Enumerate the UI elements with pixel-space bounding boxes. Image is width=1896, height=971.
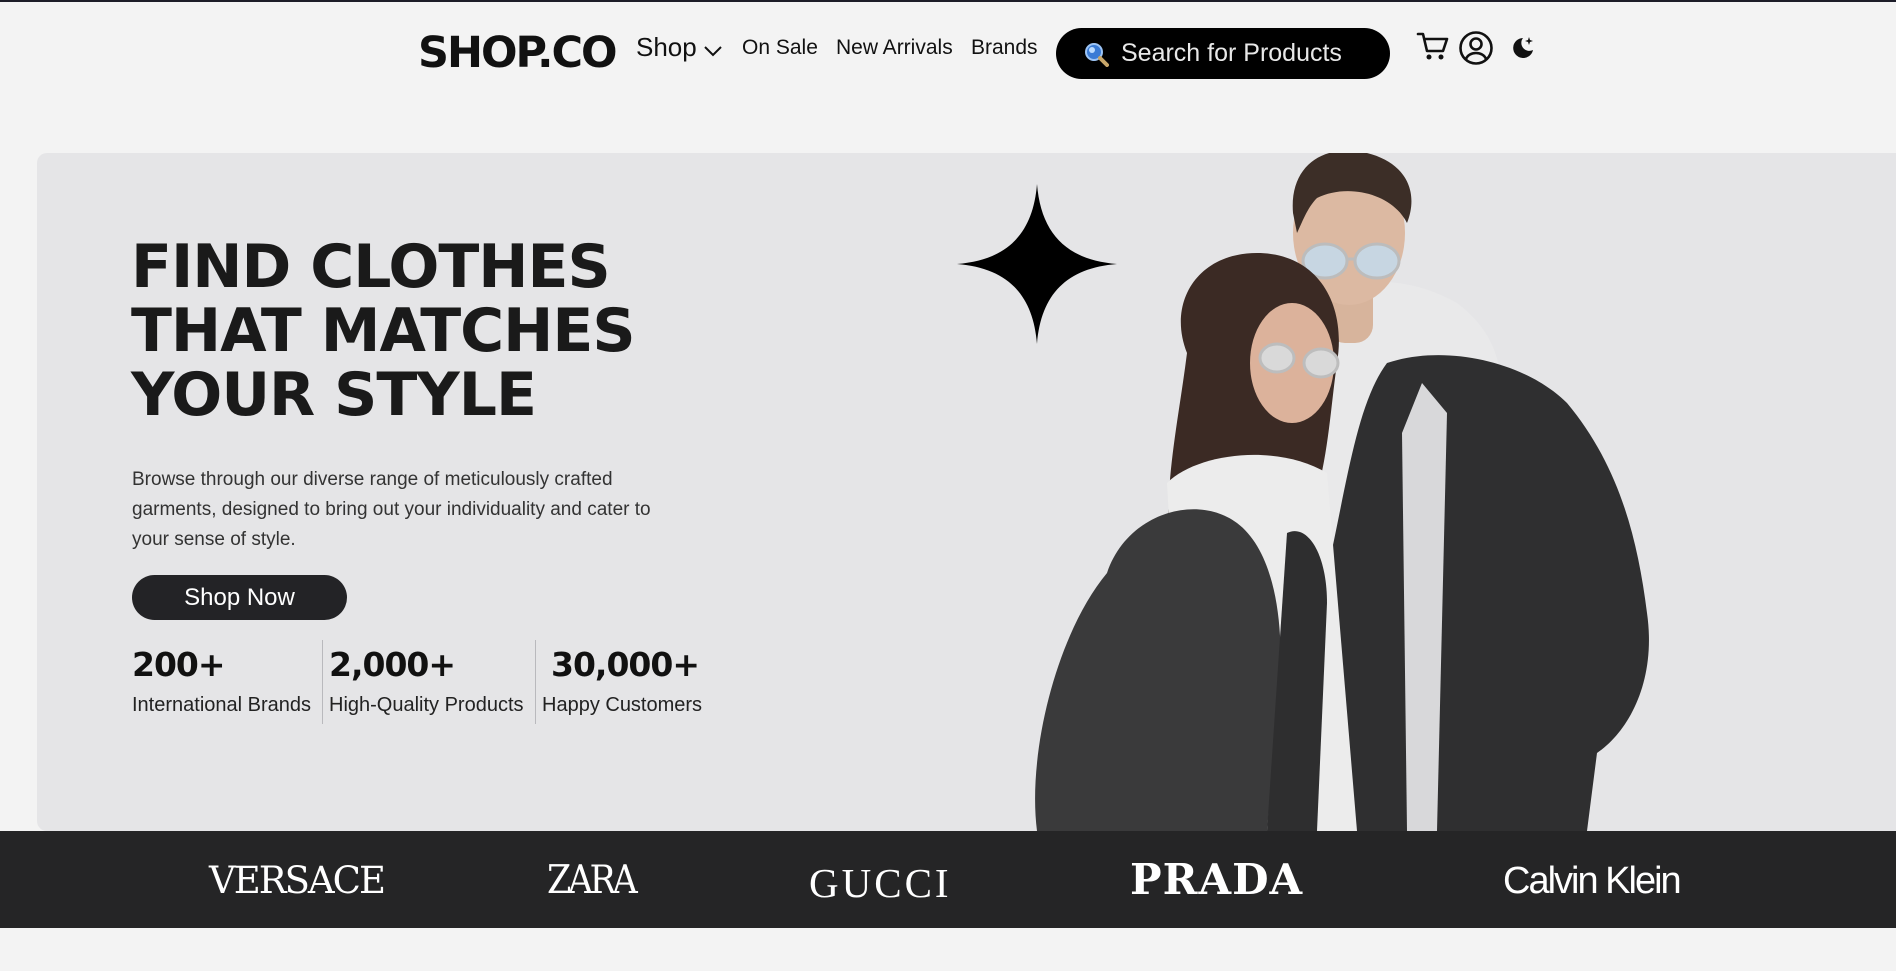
cart-icon[interactable] [1416, 30, 1450, 67]
shop-now-button[interactable]: Shop Now [132, 575, 347, 620]
brand-logo-gucci[interactable]: GUCCI [809, 859, 952, 907]
stat-products: 2,000+ High-Quality Products [329, 645, 524, 717]
brand-logo-versace[interactable]: VERSACE [209, 859, 386, 902]
stat-label: International Brands [132, 694, 312, 716]
nav-shop-label: Shop [636, 32, 697, 62]
brand-logo-calvin-klein[interactable]: Calvin Klein [1503, 860, 1682, 903]
search-bar [1056, 28, 1390, 79]
headline-line: THAT MATCHES [131, 296, 636, 366]
stat-brands: 200+ International Brands [132, 645, 311, 717]
headline-line: FIND CLOTHES [131, 232, 611, 302]
nav-shop[interactable]: Shop [636, 32, 723, 65]
hero-headline: FIND CLOTHES THAT MATCHES YOUR STYLE [131, 235, 731, 427]
stat-customers: 30,000+ Happy Customers [542, 645, 702, 717]
stat-label: High-Quality Products [329, 694, 524, 716]
stat-label: Happy Customers [542, 694, 703, 716]
brand-logo-prada[interactable]: PRADA [1130, 855, 1303, 904]
hero-section: FIND CLOTHES THAT MATCHES YOUR STYLE Bro… [37, 153, 1896, 831]
headline-line: YOUR STYLE [131, 360, 537, 430]
nav-on-sale[interactable]: On Sale [742, 36, 818, 60]
stat-value: 200+ [132, 645, 226, 684]
search-icon [1083, 41, 1109, 67]
nav-new-arrivals[interactable]: New Arrivals [836, 36, 953, 60]
brand-bar: VERSACE ZARA GUCCI PRADA Calvin Klein [0, 831, 1896, 928]
stat-value: 2,000+ [329, 645, 456, 684]
stat-value: 30,000+ [551, 645, 700, 684]
hero-models-image [1035, 153, 1649, 831]
moon-icon[interactable] [1509, 34, 1537, 67]
hero-description: Browse through our diverse range of meti… [132, 469, 651, 550]
brand-logo-zara[interactable]: ZARA [547, 858, 638, 903]
stat-divider [535, 640, 536, 724]
user-icon[interactable] [1458, 30, 1494, 71]
search-input[interactable] [1121, 39, 1371, 68]
nav-brands[interactable]: Brands [971, 36, 1038, 60]
stat-divider [322, 640, 323, 724]
site-logo[interactable]: SHOP.CO [418, 28, 618, 78]
chevron-down-icon [703, 34, 723, 65]
site-header: SHOP.CO Shop On Sale New Arrivals Brands [0, 2, 1896, 102]
